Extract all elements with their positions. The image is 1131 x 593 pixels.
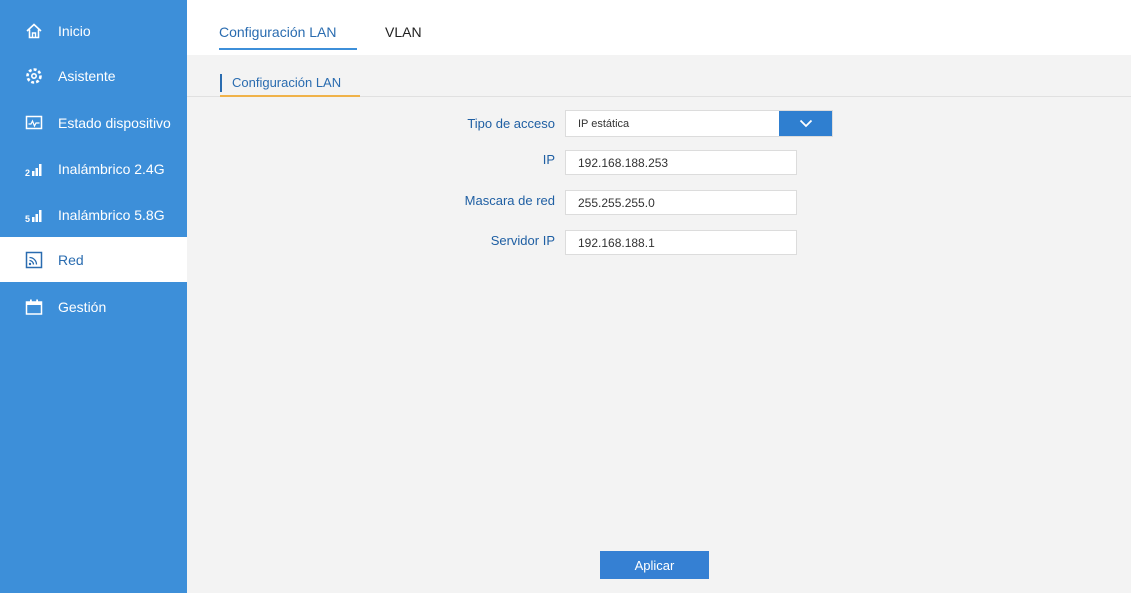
network-icon <box>24 250 44 270</box>
svg-text:2: 2 <box>25 168 30 178</box>
sidebar-item-inalambrico-24g[interactable]: 2 Inalámbrico 2.4G <box>0 146 187 191</box>
netmask-field[interactable]: 255.255.255.0 <box>565 190 797 215</box>
sidebar-item-estado-dispositivo[interactable]: Estado dispositivo <box>0 100 187 145</box>
management-icon <box>24 297 44 317</box>
sidebar-item-inalambrico-58g[interactable]: 5 Inalámbrico 5.8G <box>0 192 187 237</box>
section-marker <box>220 74 222 92</box>
access-type-select[interactable]: IP estática <box>565 110 833 137</box>
section-underline <box>220 95 360 97</box>
tab-vlan[interactable]: VLAN <box>385 24 422 40</box>
signal-2g-icon: 2 <box>24 159 44 179</box>
ip-label: IP <box>542 152 555 167</box>
sidebar-item-label: Estado dispositivo <box>58 114 171 131</box>
sidebar-item-red[interactable]: Red <box>0 237 187 282</box>
sidebar-item-label: Inalámbrico 5.8G <box>58 206 165 223</box>
home-icon <box>24 21 44 41</box>
signal-5g-icon: 5 <box>24 205 44 225</box>
access-type-value: IP estática <box>578 117 630 130</box>
tab-configuracion-lan[interactable]: Configuración LAN <box>219 24 337 40</box>
sidebar-item-label: Inicio <box>58 22 91 39</box>
sidebar-item-label: Gestión <box>58 298 107 315</box>
apply-button[interactable]: Aplicar <box>600 551 709 579</box>
server-ip-label: Servidor IP <box>490 233 555 248</box>
gear-icon <box>24 66 44 86</box>
netmask-value: 255.255.255.0 <box>578 195 655 210</box>
server-ip-value: 192.168.188.1 <box>578 235 655 250</box>
sidebar-item-inicio[interactable]: Inicio <box>0 8 187 53</box>
sidebar-item-gestion[interactable]: Gestión <box>0 284 187 329</box>
server-ip-field[interactable]: 192.168.188.1 <box>565 230 797 255</box>
svg-text:5: 5 <box>25 214 30 224</box>
sidebar-item-label: Red <box>58 251 84 268</box>
tab-bar: Configuración LAN VLAN <box>187 0 1131 55</box>
main-content: Configuración LAN Tipo de acceso IP está… <box>187 55 1131 593</box>
monitor-icon <box>24 113 44 133</box>
ip-value: 192.168.188.253 <box>578 155 669 170</box>
sidebar-item-asistente[interactable]: Asistente <box>0 53 187 98</box>
app-root: Inicio Asistente Estado dispositivo 2 In… <box>0 0 1131 593</box>
chevron-down-icon[interactable] <box>779 111 832 136</box>
netmask-label: Mascara de red <box>464 193 555 208</box>
access-type-label: Tipo de acceso <box>467 116 555 131</box>
sidebar-item-label: Inalámbrico 2.4G <box>58 160 165 177</box>
sidebar-item-label: Asistente <box>58 67 116 84</box>
active-tab-underline <box>219 48 357 50</box>
sidebar: Inicio Asistente Estado dispositivo 2 In… <box>0 0 187 593</box>
section-header: Configuración LAN <box>187 65 1131 97</box>
section-title: Configuración LAN <box>232 75 342 90</box>
ip-field[interactable]: 192.168.188.253 <box>565 150 797 175</box>
